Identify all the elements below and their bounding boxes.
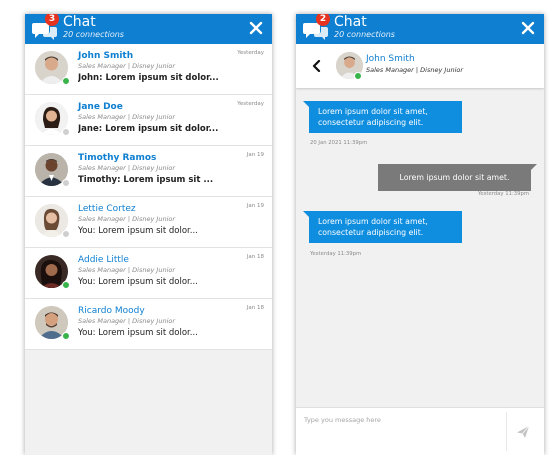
chat-header: 2 Chat 20 connections [296,14,544,44]
message-text-line: Lorem ipsum dolor sit amet. [399,173,510,182]
message-time: Yesterday 11:39pm [310,251,362,257]
message-preview: Timothy: Lorem ipsum sit ... [78,175,214,185]
contact-role: Sales Manager | Disney Junior [78,266,176,274]
contact-name: Timothy Ramos [78,153,157,163]
message-time: 20 Jan 2021 11:39pm [310,140,368,146]
online-status-dot [62,332,70,340]
message-text-line: Lorem ipsum dolor sit amet, [318,107,428,116]
chat-list-panel: 3 Chat 20 connections John Smith Sales M… [25,14,272,455]
contact-name: John Smith [78,51,134,61]
incoming-message: Lorem ipsum dolor sit amet, consectetur … [309,101,462,133]
conversation-item[interactable]: Ricardo Moody Sales Manager | Disney Jun… [25,299,272,350]
contact-role: Sales Manager | Disney Junior [78,62,176,70]
contact-name: Lettie Cortez [78,204,136,214]
contact-name: Addie Little [78,255,129,265]
outgoing-message: Lorem ipsum dolor sit amet. [378,164,531,191]
contact-bar: John Smith Sales Manager | Disney Junior [296,44,544,88]
contact-role: Sales Manager | Disney Junior [78,215,176,223]
chat-header: 3 Chat 20 connections [25,14,272,44]
contact-role: Sales Manager | Disney Junior [78,164,176,172]
offline-status-dot [62,179,70,187]
conversation-item[interactable]: Lettie Cortez Sales Manager | Disney Jun… [25,197,272,248]
offline-status-dot [62,128,70,136]
message-time: Yesterday [237,101,264,107]
message-input[interactable] [304,414,494,426]
chat-connections: 20 connections [334,30,395,39]
contact-name: John Smith [366,54,415,64]
contact-role: Sales Manager | Disney Junior [78,317,176,325]
conversation-item[interactable]: John Smith Sales Manager | Disney Junior… [25,44,272,95]
message-preview: You: Lorem ipsum sit dolor... [78,277,198,287]
message-text-line: consectetur adipiscing elit. [318,118,424,127]
send-icon[interactable] [516,425,530,439]
chat-title: Chat [63,14,96,30]
online-status-dot [62,77,70,85]
chat-title: Chat [334,14,367,30]
message-composer [296,407,544,455]
conversation-list: John Smith Sales Manager | Disney Junior… [25,44,272,350]
chat-thread-panel: 2 Chat 20 connections John Smith Sales M… [296,14,544,455]
message-text-line: Lorem ipsum dolor sit amet, [318,217,428,226]
contact-role: Sales Manager | Disney Junior [78,113,176,121]
conversation-item[interactable]: Addie Little Sales Manager | Disney Juni… [25,248,272,299]
conversation-item[interactable]: Jane Doe Sales Manager | Disney Junior J… [25,95,272,146]
conversation-item[interactable]: Timothy Ramos Sales Manager | Disney Jun… [25,146,272,197]
bubble-tail [531,164,537,170]
message-preview: You: Lorem ipsum sit dolor... [78,328,198,338]
message-time: Jan 19 [246,152,264,158]
chevron-left-icon[interactable] [311,60,321,72]
message-preview: John: Lorem ipsum sit dolor... [78,73,219,83]
message-time: Yesterday 11:39pm [477,191,529,197]
offline-status-dot [62,230,70,238]
composer-divider [506,412,507,451]
message-time: Jan 18 [246,305,264,311]
message-preview: Jane: Lorem ipsum sit dolor... [78,124,219,134]
close-icon[interactable] [521,21,535,35]
contact-name: Jane Doe [78,102,123,112]
contact-name: Ricardo Moody [78,306,145,316]
message-time: Jan 19 [246,203,264,209]
message-time: Jan 18 [246,254,264,260]
message-preview: You: Lorem ipsum sit dolor... [78,226,198,236]
online-status-dot [354,72,362,80]
message-time: Yesterday [237,50,264,56]
incoming-message: Lorem ipsum dolor sit amet, consectetur … [309,211,462,243]
online-status-dot [62,281,70,289]
contact-role: Sales Manager | Disney Junior [366,66,464,74]
message-text-line: consectetur adipiscing elit. [318,228,424,237]
chat-connections: 20 connections [63,30,124,39]
close-icon[interactable] [249,21,263,35]
